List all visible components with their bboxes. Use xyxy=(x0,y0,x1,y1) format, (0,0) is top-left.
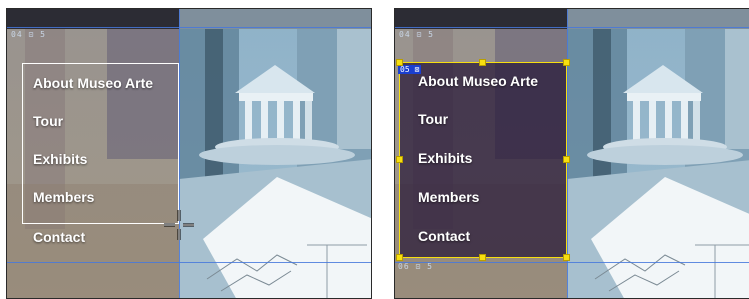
layout-guide-horizontal xyxy=(395,262,749,263)
nav-link-contact[interactable]: Contact xyxy=(33,229,85,245)
resize-handle-left[interactable] xyxy=(396,156,403,163)
element-tag-label: 04 ⊡ 5 xyxy=(11,30,46,39)
resize-handle-top-left[interactable] xyxy=(396,59,403,66)
resize-handle-top[interactable] xyxy=(479,59,486,66)
resize-handle-bottom-left[interactable] xyxy=(396,254,403,261)
nav-link-about[interactable]: About Museo Arte xyxy=(418,73,538,89)
after-panel: 04 ⊡ 5 05 ⊠ About Museo Arte Tour Exhibi… xyxy=(394,8,749,299)
nav-link-members[interactable]: Members xyxy=(33,189,94,205)
layout-guide-vertical xyxy=(179,9,180,298)
before-panel: 04 ⊡ 5 About Museo Arte Tour Exhibits Me… xyxy=(6,8,372,299)
layout-guide-horizontal xyxy=(395,27,749,28)
resize-handle-top-right[interactable] xyxy=(563,59,570,66)
nav-link-tour[interactable]: Tour xyxy=(418,111,448,127)
layout-guide-horizontal xyxy=(7,27,371,28)
nav-link-contact[interactable]: Contact xyxy=(418,228,470,244)
nav-link-exhibits[interactable]: Exhibits xyxy=(33,151,87,167)
element-tag-label: 06 ⊡ 5 xyxy=(398,262,433,271)
nav-link-tour[interactable]: Tour xyxy=(33,113,63,129)
resize-handle-bottom-right[interactable] xyxy=(563,254,570,261)
resize-handle-right[interactable] xyxy=(563,156,570,163)
resize-handle-bottom[interactable] xyxy=(479,254,486,261)
element-tag-label: 04 ⊡ 5 xyxy=(399,30,434,39)
layout-guide-horizontal xyxy=(7,262,371,263)
nav-link-members[interactable]: Members xyxy=(418,189,479,205)
crosshair-cursor-icon xyxy=(164,210,194,240)
nav-link-exhibits[interactable]: Exhibits xyxy=(418,150,472,166)
nav-link-about[interactable]: About Museo Arte xyxy=(33,75,153,91)
